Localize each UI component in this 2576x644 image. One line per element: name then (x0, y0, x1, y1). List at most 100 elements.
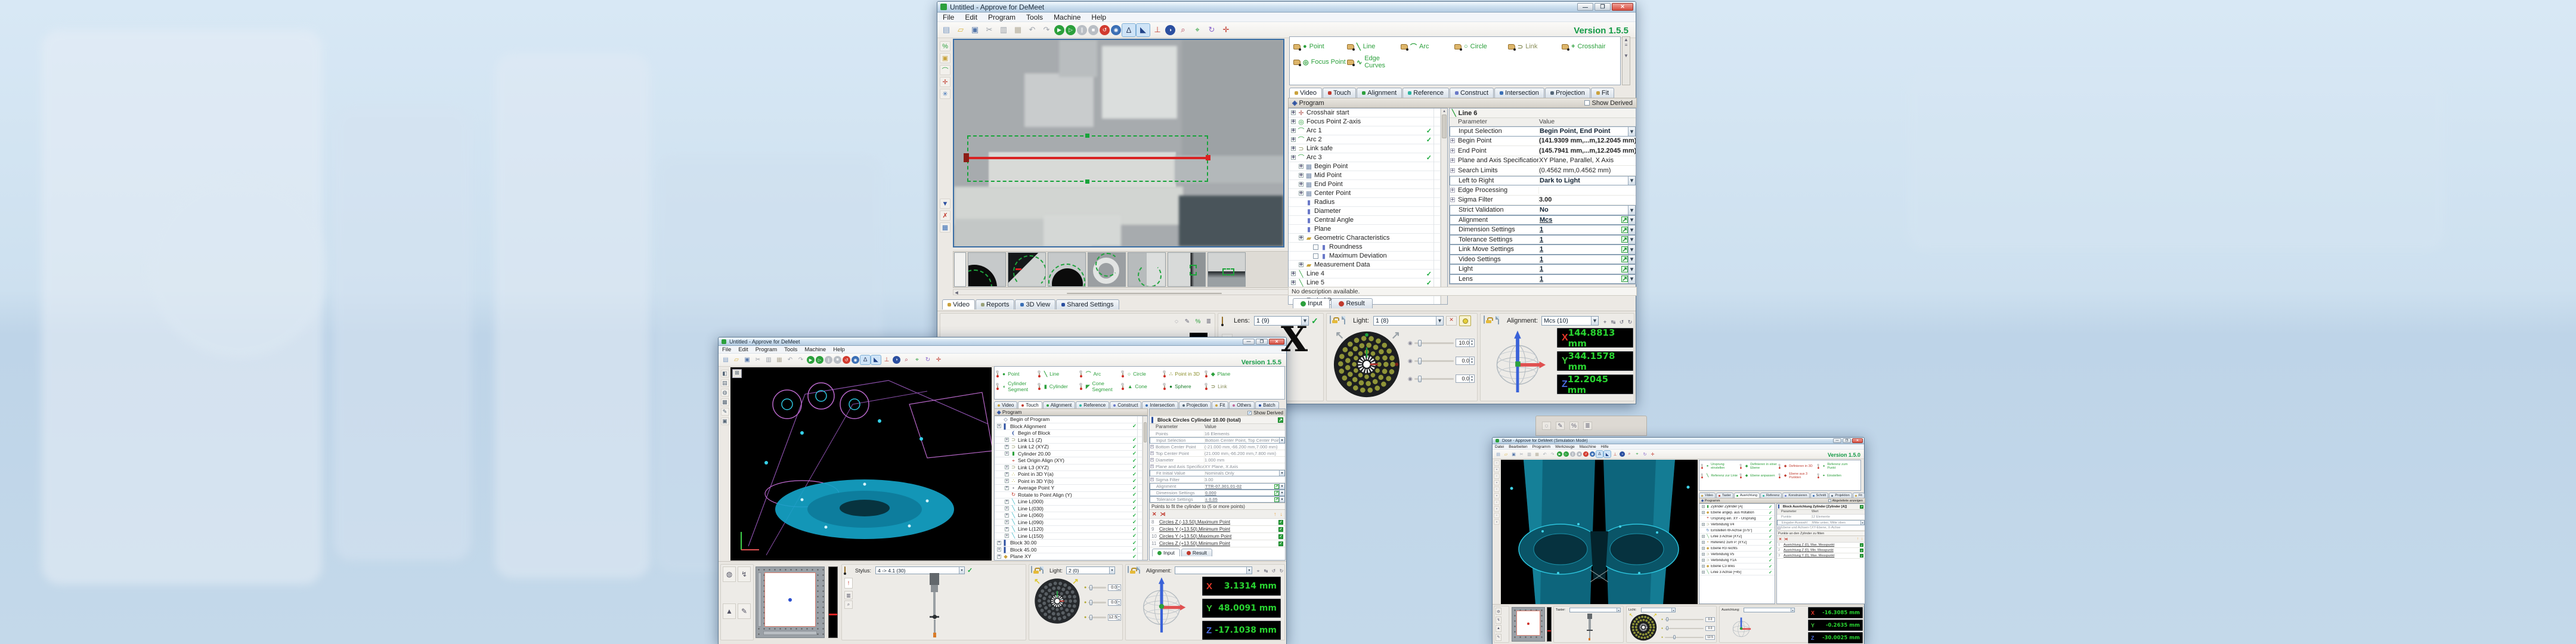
cnc-run-icon[interactable]: ◑ (1620, 451, 1625, 457)
menu-item[interactable]: Edit (959, 13, 983, 21)
rotate-ccw-icon[interactable]: ↺ (1270, 566, 1277, 575)
tree-row[interactable]: + ◆ Ebene R3 rechts ✓ (1699, 546, 1775, 552)
category-tab[interactable]: Others (1229, 401, 1255, 408)
lock-tool-icon[interactable]: ▣ (940, 53, 950, 63)
goto-settings-icon[interactable]: ↗ (1621, 216, 1628, 223)
result-thumbnail[interactable] (968, 252, 1006, 287)
category-tab[interactable]: Touch (1018, 401, 1042, 408)
crosshair-tool-icon[interactable]: ✛ (940, 77, 950, 87)
feature-button[interactable]: ⌖Ursprung einstellen (1701, 463, 1739, 470)
dropdown-arrow-icon[interactable]: ▾ (1279, 497, 1284, 502)
category-tab[interactable]: Reference (1402, 88, 1449, 98)
fit-point-row[interactable]: 1 Ausrichtung Z (0), Max. Messpunkt ✓ (1777, 543, 1865, 548)
tree-row[interactable]: + ╲ Line L(090) ✓ (995, 519, 1147, 527)
paste-icon[interactable]: ▦ (775, 355, 784, 364)
io-tab[interactable]: Input (1293, 298, 1330, 308)
feature-button[interactable]: ∴Point in 3D (1164, 370, 1205, 377)
parameter-row[interactable]: + Left to Right Dark to Light ↗ ▾ (1450, 176, 1636, 186)
parameter-row[interactable]: + Plane and Axis Specification XY Plane,… (1150, 463, 1285, 470)
parameter-row[interactable]: + Video Settings 1 ↗ ▾ (1450, 255, 1636, 265)
parameter-row[interactable]: + Lens 1 ↗ ▾ (1450, 274, 1636, 284)
dropdown-arrow-icon[interactable]: ▾ (1628, 255, 1635, 264)
parameter-row[interactable]: + Input Selection Bottom Center Point, T… (1150, 437, 1285, 444)
settings-tool-icon[interactable]: ✳ (940, 89, 950, 99)
feature-button[interactable]: ○Circle (1454, 42, 1507, 51)
pan-tool-icon[interactable]: ▤ (721, 379, 729, 387)
new-file-icon[interactable]: ▤ (1495, 451, 1501, 457)
inspect-icon[interactable]: ⌕ (1176, 24, 1190, 36)
edit-position-icon[interactable]: ✎ (1496, 634, 1501, 641)
copy-icon[interactable]: ▥ (997, 24, 1010, 36)
result-thumbnail[interactable] (1168, 252, 1206, 287)
feature-button[interactable]: ●Sphere (1164, 380, 1205, 392)
edit-tool-icon[interactable]: ✎ (721, 408, 729, 416)
view-tool-icon[interactable]: ◧ (721, 370, 729, 377)
goto-settings-icon[interactable]: ↗ (1274, 491, 1279, 496)
probe-tool-icon[interactable]: ⊥ (1612, 451, 1618, 457)
io-tab[interactable]: Result (1331, 298, 1372, 308)
pause-icon[interactable]: ∥ (1570, 451, 1575, 457)
reset-icon[interactable]: ↺ (1100, 25, 1110, 35)
title-bar[interactable]: Untitled - Approve for DeMeet (937, 2, 1636, 13)
copy-icon[interactable]: ▥ (764, 355, 773, 364)
tree-row[interactable]: + ⌒ Arc 2 ✓ (1289, 135, 1447, 144)
dropdown-arrow-icon[interactable]: ▾ (1628, 216, 1635, 225)
tree-row[interactable]: + • Average Point Y ✓ (995, 485, 1147, 492)
align-target-icon[interactable]: ⌖ (912, 355, 922, 364)
close-button[interactable]: ✕ (1852, 438, 1863, 443)
stage-map[interactable] (1512, 607, 1545, 642)
tree-row[interactable]: + ╲ Linie 3 Achse [+45] ✓ (1699, 569, 1775, 575)
tree-row[interactable]: + ⌖ Ursprung ein. XY - Ursprung ✓ (1699, 516, 1775, 522)
category-tab[interactable]: Ausrichtung (1734, 493, 1760, 498)
feature-button[interactable]: ╲Line (1039, 370, 1079, 377)
feature-button[interactable]: +Crosshair (1562, 42, 1614, 51)
result-thumbnail[interactable] (1128, 252, 1166, 287)
parameter-row[interactable]: + Plane and Axis Specification XY Plane,… (1450, 156, 1636, 166)
sliders-icon[interactable]: ≣ (1583, 422, 1592, 430)
parameter-row[interactable]: + End Point (145.7941 mm,...m,12.2045 mm… (1450, 146, 1636, 156)
tree-scrollbar[interactable] (1143, 416, 1147, 560)
parameter-row[interactable]: + Sigma Filter 3.00 ↗ ▾ (1450, 196, 1636, 206)
tree-row[interactable]: + ▮ Diameter ✓ (1289, 207, 1447, 216)
light-intensity-slider[interactable]: ● 12.5▲▼ (1084, 610, 1121, 625)
dropdown-arrow-icon[interactable]: ▾ (1628, 265, 1635, 274)
parameter-row[interactable]: + Edge Processing ↗ ▾ (1450, 185, 1636, 196)
probe-change-icon[interactable]: ↯ (1496, 617, 1501, 624)
category-tab[interactable]: Alignment (1043, 401, 1076, 408)
redo-icon[interactable]: ↷ (1040, 24, 1053, 36)
measure-compass-icon[interactable]: ∆ (1122, 24, 1135, 36)
tree-row[interactable]: + ↻ Rotate to Point Align (Y) ✓ (995, 492, 1147, 499)
tree-row[interactable]: + ◇ Begin of Program ✓ (995, 416, 1147, 423)
category-tab[interactable]: Fit (1853, 493, 1865, 498)
move-up-icon[interactable]: ↑ (1857, 537, 1859, 541)
light-on-button[interactable] (1459, 315, 1471, 326)
parameter-row[interactable]: + Dimension Settings 1 ↗ ▾ (1450, 225, 1636, 235)
pause-icon[interactable]: ∥ (1077, 25, 1087, 35)
feature-button[interactable]: ▮Cylinder (1039, 380, 1079, 392)
cut-icon[interactable]: ✂ (983, 24, 996, 36)
tree-row[interactable]: + ⌖ Set Origin Align (XY) ✓ (995, 457, 1147, 465)
pen-icon[interactable]: ✎ (1182, 315, 1192, 328)
ring-light-icon[interactable]: ◌ (1172, 315, 1181, 328)
cut-icon[interactable]: ✂ (753, 355, 763, 364)
z-axis-bar[interactable] (1547, 607, 1552, 642)
camera-live-view[interactable] (953, 39, 1284, 247)
stage-h-scrollbar[interactable] (763, 631, 817, 635)
light-select[interactable]: 2 (0)▾ (1066, 566, 1115, 574)
arc-tool-icon[interactable]: ⌒ (940, 65, 950, 75)
menu-item[interactable]: Program (983, 13, 1021, 21)
tree-row[interactable]: + ╲ Linie 3 Achse [XYZ] ✓ (1699, 534, 1775, 540)
tree-row[interactable]: + ╲ Line L(030) ✓ (995, 506, 1147, 513)
grid-cross-icon[interactable]: ✛ (934, 355, 943, 364)
report-checkbox[interactable] (1313, 253, 1318, 259)
snapshot-icon[interactable]: ▦ (940, 222, 950, 233)
alignment-select[interactable]: Mcs (10)▾ (1541, 316, 1599, 326)
tree-row[interactable]: + ◆ Ebene angep. aus Rotation ✓ (1699, 510, 1775, 516)
move-down-icon[interactable]: ↓ (1280, 511, 1283, 517)
parameter-row[interactable]: + Top Center Point (21.000 mm,-66.200 mm… (1150, 450, 1285, 457)
tree-row[interactable]: + ▮ Roundness ✓ (1289, 243, 1447, 252)
category-tab[interactable]: Batch (1255, 401, 1278, 408)
viewport-home-icon[interactable]: ⊞ (732, 369, 742, 378)
feature-button[interactable]: ⌒Arc (1080, 370, 1121, 377)
halt-icon[interactable]: ■ (1088, 25, 1098, 35)
